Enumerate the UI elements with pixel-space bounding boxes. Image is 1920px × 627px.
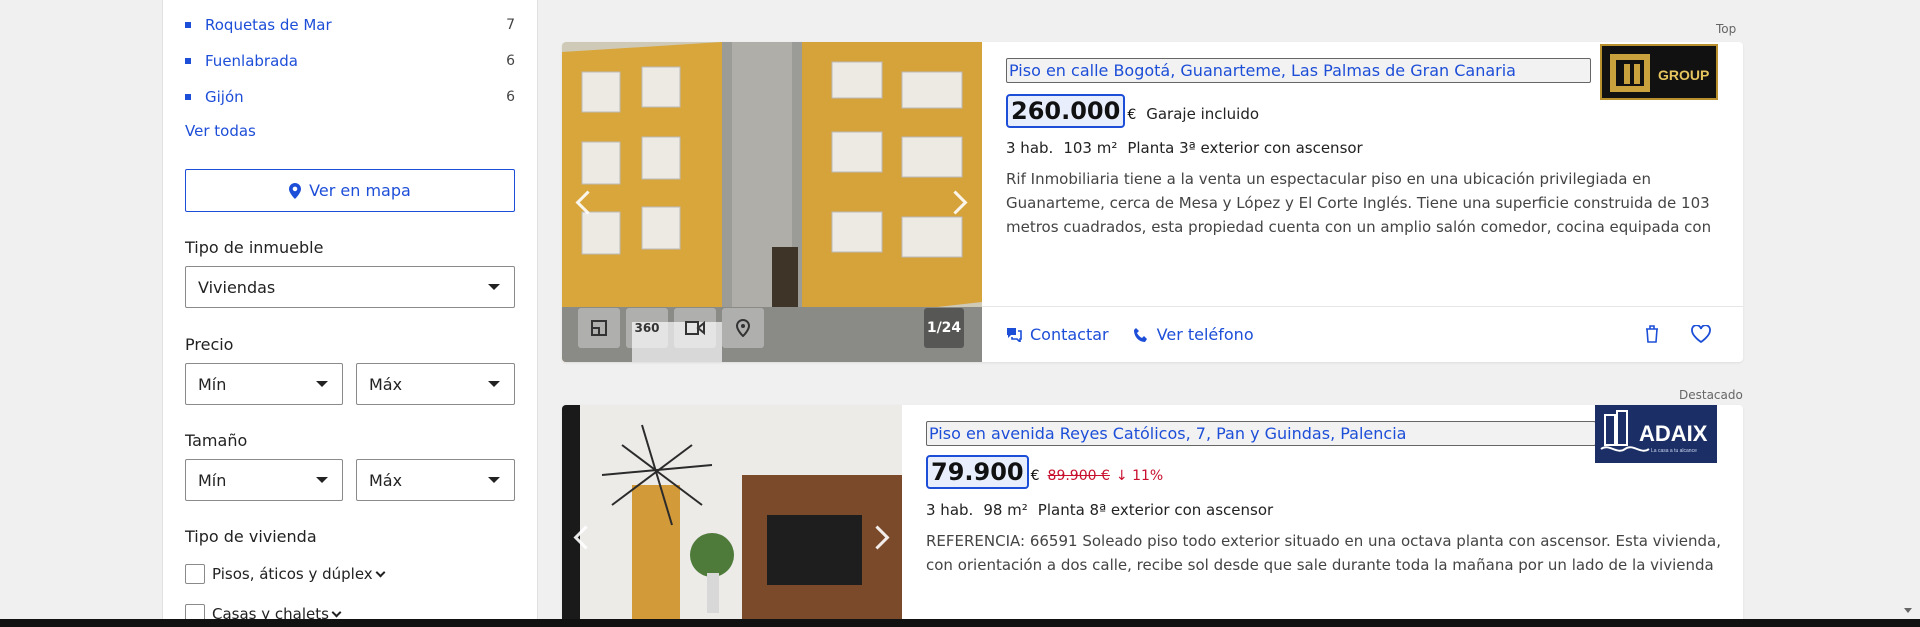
view-map-label: Ver en mapa (309, 181, 411, 200)
area: 98 m² (983, 501, 1028, 519)
location-count: 6 (506, 89, 515, 105)
svg-text:GROUP: GROUP (1658, 67, 1709, 83)
listing-card[interactable]: Piso en avenida Reyes Católicos, 7, Pan … (562, 405, 1743, 627)
map-pin-icon[interactable] (722, 308, 764, 348)
currency: € (1127, 107, 1137, 123)
listing-photo[interactable]: 360 1/24 (562, 42, 982, 362)
see-all-locations-link[interactable]: Ver todas (185, 122, 256, 140)
interior-photo-illustration (562, 405, 902, 627)
location-name[interactable]: Gijón (205, 88, 244, 106)
view-phone-button[interactable]: Ver teléfono (1133, 325, 1254, 344)
location-name[interactable]: Roquetas de Mar (205, 16, 332, 34)
listing-tag-top: Top (1716, 22, 1737, 36)
scroll-down-caret-icon[interactable] (1904, 608, 1912, 613)
currency: € (1030, 468, 1040, 484)
svg-text:ADAIX: ADAIX (1639, 421, 1708, 446)
size-min-value: Mín (198, 470, 227, 490)
price-max-select[interactable]: Máx (356, 363, 515, 405)
property-type-label: Tipo de inmueble (185, 238, 324, 257)
media-icons: 360 (578, 308, 764, 348)
location-item[interactable]: Roquetas de Mar 7 (185, 14, 515, 36)
location-item[interactable]: Fuenlabrada 6 (185, 50, 515, 72)
chevron-down-icon (488, 477, 500, 483)
bullet (185, 94, 191, 100)
discard-icon[interactable] (1645, 325, 1659, 347)
listing-details: 3 hab. 98 m² Planta 8ª exterior con ascens… (926, 501, 1283, 519)
contact-button[interactable]: Contactar (1006, 325, 1109, 344)
listing-info: Piso en avenida Reyes Católicos, 7, Pan … (902, 405, 1743, 627)
agency-logo[interactable]: GROUP (1600, 44, 1718, 100)
floorplan-icon[interactable] (578, 308, 620, 348)
price-drop: ↓ 11% (1115, 468, 1164, 484)
bullet (185, 22, 191, 28)
listing-photo[interactable] (562, 405, 902, 627)
listing-card[interactable]: 360 1/24 Piso en calle Bogotá, Guanartem… (562, 42, 1743, 362)
listing-info: Piso en calle Bogotá, Guanarteme, Las Pa… (982, 42, 1743, 362)
chevron-down-icon (488, 284, 500, 290)
location-count: 6 (506, 53, 515, 69)
price-label: Precio (185, 335, 234, 354)
listing-price: 260.000 (1006, 94, 1126, 128)
size-min-select[interactable]: Mín (185, 459, 343, 501)
housing-type-label: Tipo de vivienda (185, 527, 317, 546)
listing-description[interactable]: Rif Inmobiliaria tiene a la venta un esp… (1006, 167, 1726, 239)
area: 103 m² (1063, 139, 1118, 157)
price-max-value: Máx (369, 374, 403, 394)
size-label: Tamaño (185, 431, 248, 450)
price-min-select[interactable]: Mín (185, 363, 343, 405)
housing-option-label: Pisos, áticos y dúplex (212, 565, 373, 583)
price-row: 260.000 € Garaje incluido (1006, 94, 1259, 128)
chevron-down-icon (488, 381, 500, 387)
chevron-down-icon[interactable] (331, 607, 342, 617)
previous-photo-arrow-icon[interactable] (574, 190, 598, 214)
property-type-select[interactable]: Viviendas (185, 266, 515, 308)
listing-title-link[interactable]: Piso en calle Bogotá, Guanarteme, Las Pa… (1006, 58, 1591, 83)
filters-sidebar: Roquetas de Mar 7 Fuenlabrada 6 Gijón 6 … (162, 0, 538, 627)
floor: Planta 8ª exterior con ascensor (1037, 501, 1274, 519)
photo-counter: 1/24 (924, 308, 964, 348)
chevron-down-icon (316, 381, 328, 387)
rif-group-logo-icon: GROUP (1610, 54, 1709, 92)
rooms: 3 hab. (1006, 139, 1054, 157)
bullet (185, 58, 191, 64)
size-max-value: Máx (369, 470, 403, 490)
listing-tag-featured: Destacado (1679, 388, 1743, 402)
listing-title-link[interactable]: Piso en avenida Reyes Católicos, 7, Pan … (926, 421, 1596, 446)
chat-icon (1007, 328, 1022, 342)
phone-icon (1133, 327, 1147, 342)
checkbox[interactable] (185, 564, 205, 584)
listing-description[interactable]: REFERENCIA: 66591 Soleado piso todo exte… (926, 529, 1726, 577)
price-extra: Garaje incluido (1146, 105, 1260, 123)
listing-price: 79.900 (926, 455, 1029, 489)
next-photo-arrow-icon[interactable] (946, 190, 970, 214)
rooms: 3 hab. (926, 501, 974, 519)
adaix-logo-icon: ADAIX La casa a tu alcance (1600, 410, 1708, 454)
virtual-tour-360-icon[interactable]: 360 (626, 308, 668, 348)
map-pin-icon (289, 182, 302, 199)
housing-option-flats[interactable]: Pisos, áticos y dúplex (185, 564, 386, 584)
property-type-value: Viviendas (198, 277, 276, 297)
price-min-value: Mín (198, 374, 227, 394)
view-map-button[interactable]: Ver en mapa (185, 169, 515, 212)
favorite-heart-icon[interactable] (1691, 324, 1711, 347)
floor: Planta 3ª exterior con ascensor (1127, 139, 1363, 157)
next-photo-arrow-icon[interactable] (868, 525, 892, 549)
old-price: 89.900 € (1047, 468, 1110, 484)
window-bottom-edge (0, 619, 1920, 627)
contact-label: Contactar (1030, 325, 1109, 344)
view-phone-label: Ver teléfono (1156, 325, 1254, 344)
svg-text:La casa a tu alcance: La casa a tu alcance (1651, 448, 1697, 454)
agency-logo[interactable]: ADAIX La casa a tu alcance (1595, 405, 1717, 463)
chevron-down-icon[interactable] (375, 567, 386, 577)
location-name[interactable]: Fuenlabrada (205, 52, 298, 70)
size-max-select[interactable]: Máx (356, 459, 515, 501)
previous-photo-arrow-icon[interactable] (572, 525, 596, 549)
chevron-down-icon (316, 477, 328, 483)
listing-actions: Contactar Ver teléfono (982, 306, 1743, 362)
video-icon[interactable] (674, 308, 716, 348)
listing-details: 3 hab. 103 m² Planta 3ª exterior con ascen… (1006, 139, 1373, 157)
location-count: 7 (506, 17, 515, 33)
location-item[interactable]: Gijón 6 (185, 86, 515, 108)
price-row: 79.900 € 89.900 € ↓ 11% (926, 455, 1163, 489)
